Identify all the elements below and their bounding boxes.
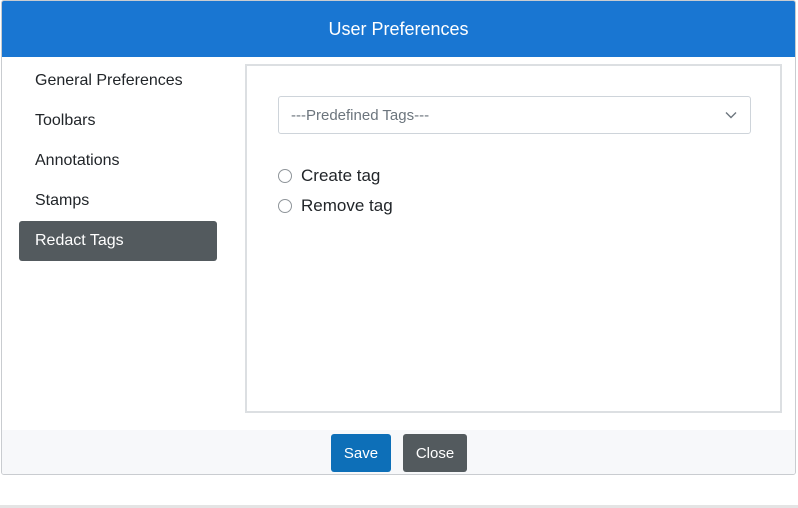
redact-tags-panel: ---Predefined Tags--- Create tag Remove … [245, 64, 782, 413]
dialog-title: User Preferences [328, 18, 469, 39]
sidebar-item-general-preferences[interactable]: General Preferences [19, 61, 217, 101]
remove-tag-radio[interactable] [278, 199, 292, 213]
user-preferences-dialog: User Preferences General Preferences Too… [1, 0, 796, 475]
remove-tag-option[interactable]: Remove tag [278, 196, 393, 216]
sidebar-item-stamps[interactable]: Stamps [19, 181, 217, 221]
close-button[interactable]: Close [403, 434, 467, 472]
create-tag-radio[interactable] [278, 169, 292, 183]
create-tag-option[interactable]: Create tag [278, 166, 380, 186]
dialog-footer: Save Close [2, 430, 795, 474]
predefined-tags-select-value: ---Predefined Tags--- [291, 106, 430, 124]
save-button[interactable]: Save [331, 434, 391, 472]
remove-tag-label: Remove tag [301, 196, 393, 215]
create-tag-label: Create tag [301, 166, 381, 185]
sidebar-item-toolbars[interactable]: Toolbars [19, 101, 217, 141]
preferences-sidebar: General Preferences Toolbars Annotations… [19, 61, 217, 261]
sidebar-item-annotations[interactable]: Annotations [19, 141, 217, 181]
chevron-down-icon [725, 112, 737, 119]
sidebar-item-redact-tags[interactable]: Redact Tags [19, 221, 217, 261]
dialog-header: User Preferences [2, 1, 795, 57]
predefined-tags-select[interactable]: ---Predefined Tags--- [278, 96, 751, 134]
